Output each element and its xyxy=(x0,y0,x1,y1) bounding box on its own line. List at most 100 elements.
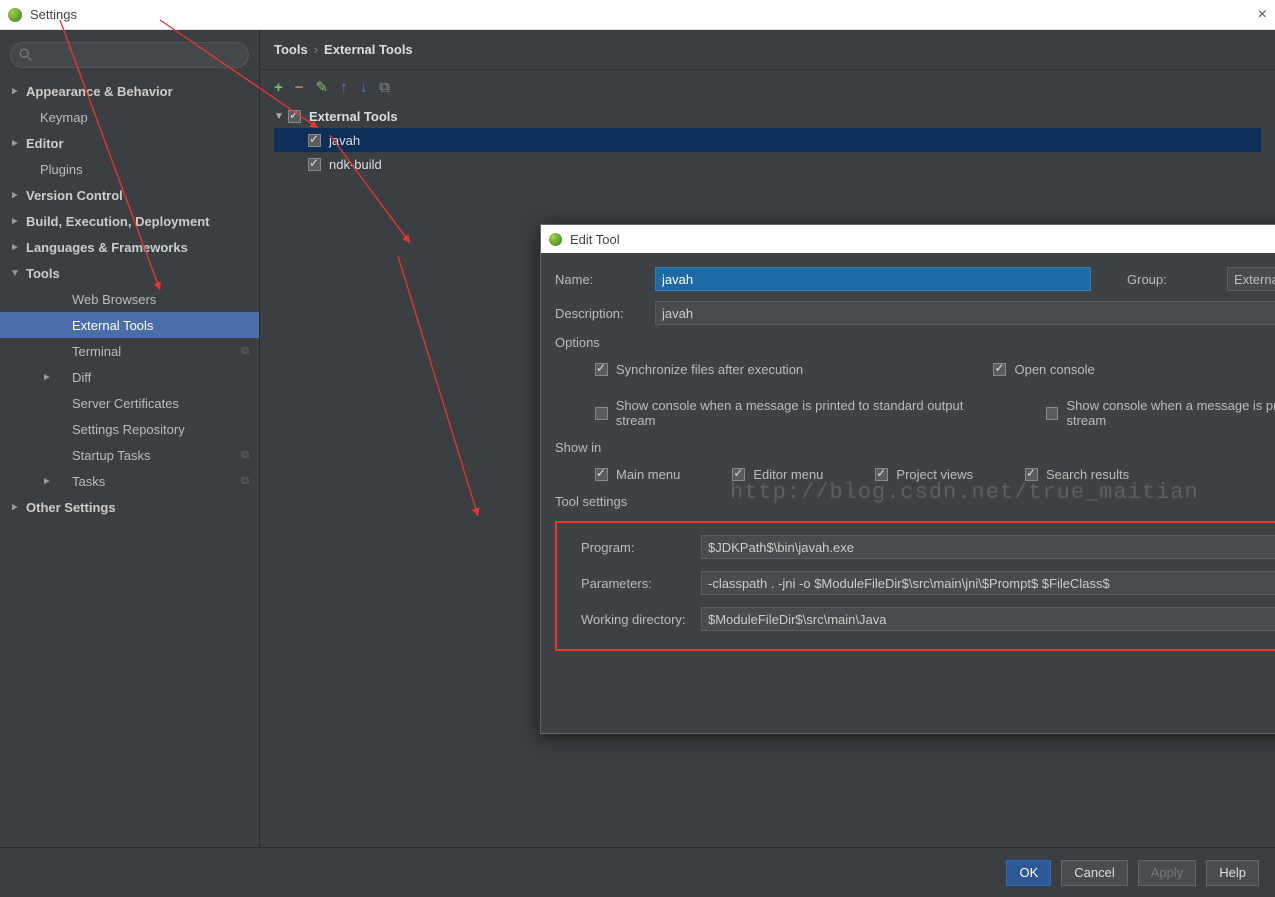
arrow-icon: ► xyxy=(10,86,22,97)
arrow-icon: ► xyxy=(10,216,22,227)
sidebar-item[interactable]: ► Diff xyxy=(0,364,259,390)
sidebar-item[interactable]: Server Certificates xyxy=(0,390,259,416)
scope-badge: ⧉ xyxy=(241,475,249,488)
showin-checkbox[interactable]: Project views xyxy=(875,467,973,482)
sidebar-item-label: Appearance & Behavior xyxy=(26,84,173,99)
sidebar-item-label: Server Certificates xyxy=(72,396,179,411)
breadcrumb: Tools › External Tools xyxy=(260,30,1275,70)
ext-tool-item[interactable]: javah xyxy=(274,128,1261,152)
workdir-label: Working directory: xyxy=(563,612,691,627)
sidebar-item[interactable]: Web Browsers xyxy=(0,286,259,312)
add-icon[interactable]: + xyxy=(274,79,283,96)
move-down-icon[interactable]: ↓ xyxy=(360,79,368,96)
checkbox-icon xyxy=(595,363,608,376)
group-label: Group: xyxy=(1127,272,1215,287)
sidebar-item[interactable]: ► Other Settings xyxy=(0,494,259,520)
sidebar-item[interactable]: ► Version Control xyxy=(0,182,259,208)
tool-settings-highlight: Program: … Insert macro... Parameters: I… xyxy=(555,521,1275,651)
search-box xyxy=(10,42,249,68)
ext-root-label: External Tools xyxy=(309,109,398,124)
showin-checkbox[interactable]: Search results xyxy=(1025,467,1129,482)
sidebar-item[interactable]: ► Editor xyxy=(0,130,259,156)
sidebar-item[interactable]: ► Appearance & Behavior xyxy=(0,78,259,104)
open-console-checkbox[interactable]: Open console xyxy=(993,362,1094,377)
sidebar-item-label: Startup Tasks xyxy=(72,448,151,463)
program-input[interactable] xyxy=(701,535,1275,559)
group-dropdown[interactable]: External Tools ▾ xyxy=(1227,267,1275,291)
arrow-icon: ► xyxy=(10,138,22,149)
edit-icon[interactable]: ✎ xyxy=(316,78,329,96)
move-up-icon[interactable]: ↑ xyxy=(340,79,348,96)
sidebar-item-label: External Tools xyxy=(72,318,153,333)
name-input[interactable] xyxy=(655,267,1091,291)
apply-button[interactable]: Apply xyxy=(1138,860,1197,886)
showin-heading: Show in xyxy=(555,440,1275,455)
showin-checkbox[interactable]: Editor menu xyxy=(732,467,823,482)
sidebar-item[interactable]: ► Languages & Frameworks xyxy=(0,234,259,260)
breadcrumb-leaf: External Tools xyxy=(324,42,413,57)
settings-tree: ► Appearance & Behavior Keymap ► Editor Plugi… xyxy=(0,78,259,520)
sidebar-item[interactable]: ►Tasks⧉ xyxy=(0,468,259,494)
checkbox-icon xyxy=(1025,468,1038,481)
sync-checkbox[interactable]: Synchronize files after execution xyxy=(595,362,803,377)
checkbox-icon[interactable] xyxy=(308,134,321,147)
app-icon xyxy=(8,8,22,22)
checkbox-icon xyxy=(595,407,608,420)
checkbox-icon xyxy=(1046,407,1059,420)
arrow-icon: ► xyxy=(10,242,22,253)
sidebar-item-label: Keymap xyxy=(40,110,88,125)
sidebar-item[interactable]: Terminal ⧉ xyxy=(0,338,259,364)
description-input[interactable] xyxy=(655,301,1275,325)
remove-icon[interactable]: − xyxy=(295,79,304,96)
sidebar-item-label: Other Settings xyxy=(26,500,116,515)
workdir-input[interactable] xyxy=(701,607,1275,631)
checkbox-icon[interactable] xyxy=(288,110,301,123)
copy-icon[interactable]: ⧉ xyxy=(379,79,390,96)
cancel-button[interactable]: Cancel xyxy=(1061,860,1127,886)
checkbox-icon xyxy=(993,363,1006,376)
checkbox-icon xyxy=(732,468,745,481)
parameters-label: Parameters: xyxy=(563,576,691,591)
close-icon[interactable]: × xyxy=(1258,6,1267,24)
scope-badge: ⧉ xyxy=(241,449,249,462)
arrow-icon: ► xyxy=(42,372,54,383)
sidebar-item[interactable]: Plugins xyxy=(0,156,259,182)
sidebar-item[interactable]: ►Build, Execution, Deployment xyxy=(0,208,259,234)
sidebar-item[interactable]: Startup Tasks ⧉ xyxy=(0,442,259,468)
window-title-bar: Settings × xyxy=(0,0,1275,30)
ext-tools-toolbar: + − ✎ ↑ ↓ ⧉ xyxy=(260,70,1275,104)
dialog-title-bar: Edit Tool × xyxy=(541,225,1275,253)
sidebar-item-label: Languages & Frameworks xyxy=(26,240,188,255)
options-heading: Options xyxy=(555,335,1275,350)
sidebar-item-label: Diff xyxy=(72,370,91,385)
arrow-icon: ► xyxy=(42,476,54,487)
stderr-checkbox[interactable]: Show console when a message is printed t… xyxy=(1046,398,1275,428)
scope-badge: ⧉ xyxy=(241,345,249,358)
dialog-title: Edit Tool xyxy=(570,232,620,247)
content-area: Tools › External Tools + − ✎ ↑ ↓ ⧉ ▼ Ext… xyxy=(260,30,1275,847)
sidebar-item-label: Plugins xyxy=(40,162,83,177)
parameters-input[interactable] xyxy=(701,571,1275,595)
sidebar-item[interactable]: External Tools xyxy=(0,312,259,338)
ext-tool-item[interactable]: ndk-build xyxy=(274,152,1261,176)
arrow-icon: ► xyxy=(10,190,22,201)
breadcrumb-sep: › xyxy=(314,42,318,57)
sidebar-item-label: Web Browsers xyxy=(72,292,156,307)
sidebar-item-label: Terminal xyxy=(72,344,121,359)
window-title: Settings xyxy=(30,7,77,22)
stdout-checkbox[interactable]: Show console when a message is printed t… xyxy=(595,398,998,428)
sidebar-item[interactable]: Keymap xyxy=(0,104,259,130)
showin-checkbox[interactable]: Main menu xyxy=(595,467,680,482)
sidebar-item[interactable]: ▼Tools xyxy=(0,260,259,286)
ok-button[interactable]: OK xyxy=(1006,860,1051,886)
group-value: External Tools xyxy=(1234,272,1275,287)
sidebar-item[interactable]: Settings Repository xyxy=(0,416,259,442)
sidebar-item-label: Editor xyxy=(26,136,64,151)
help-button[interactable]: Help xyxy=(1206,860,1259,886)
sidebar-item-label: Version Control xyxy=(26,188,123,203)
breadcrumb-root: Tools xyxy=(274,42,308,57)
checkbox-icon[interactable] xyxy=(308,158,321,171)
search-input[interactable] xyxy=(10,42,249,68)
ext-tree-root[interactable]: ▼ External Tools xyxy=(274,104,1261,128)
arrow-icon: ► xyxy=(10,502,22,513)
